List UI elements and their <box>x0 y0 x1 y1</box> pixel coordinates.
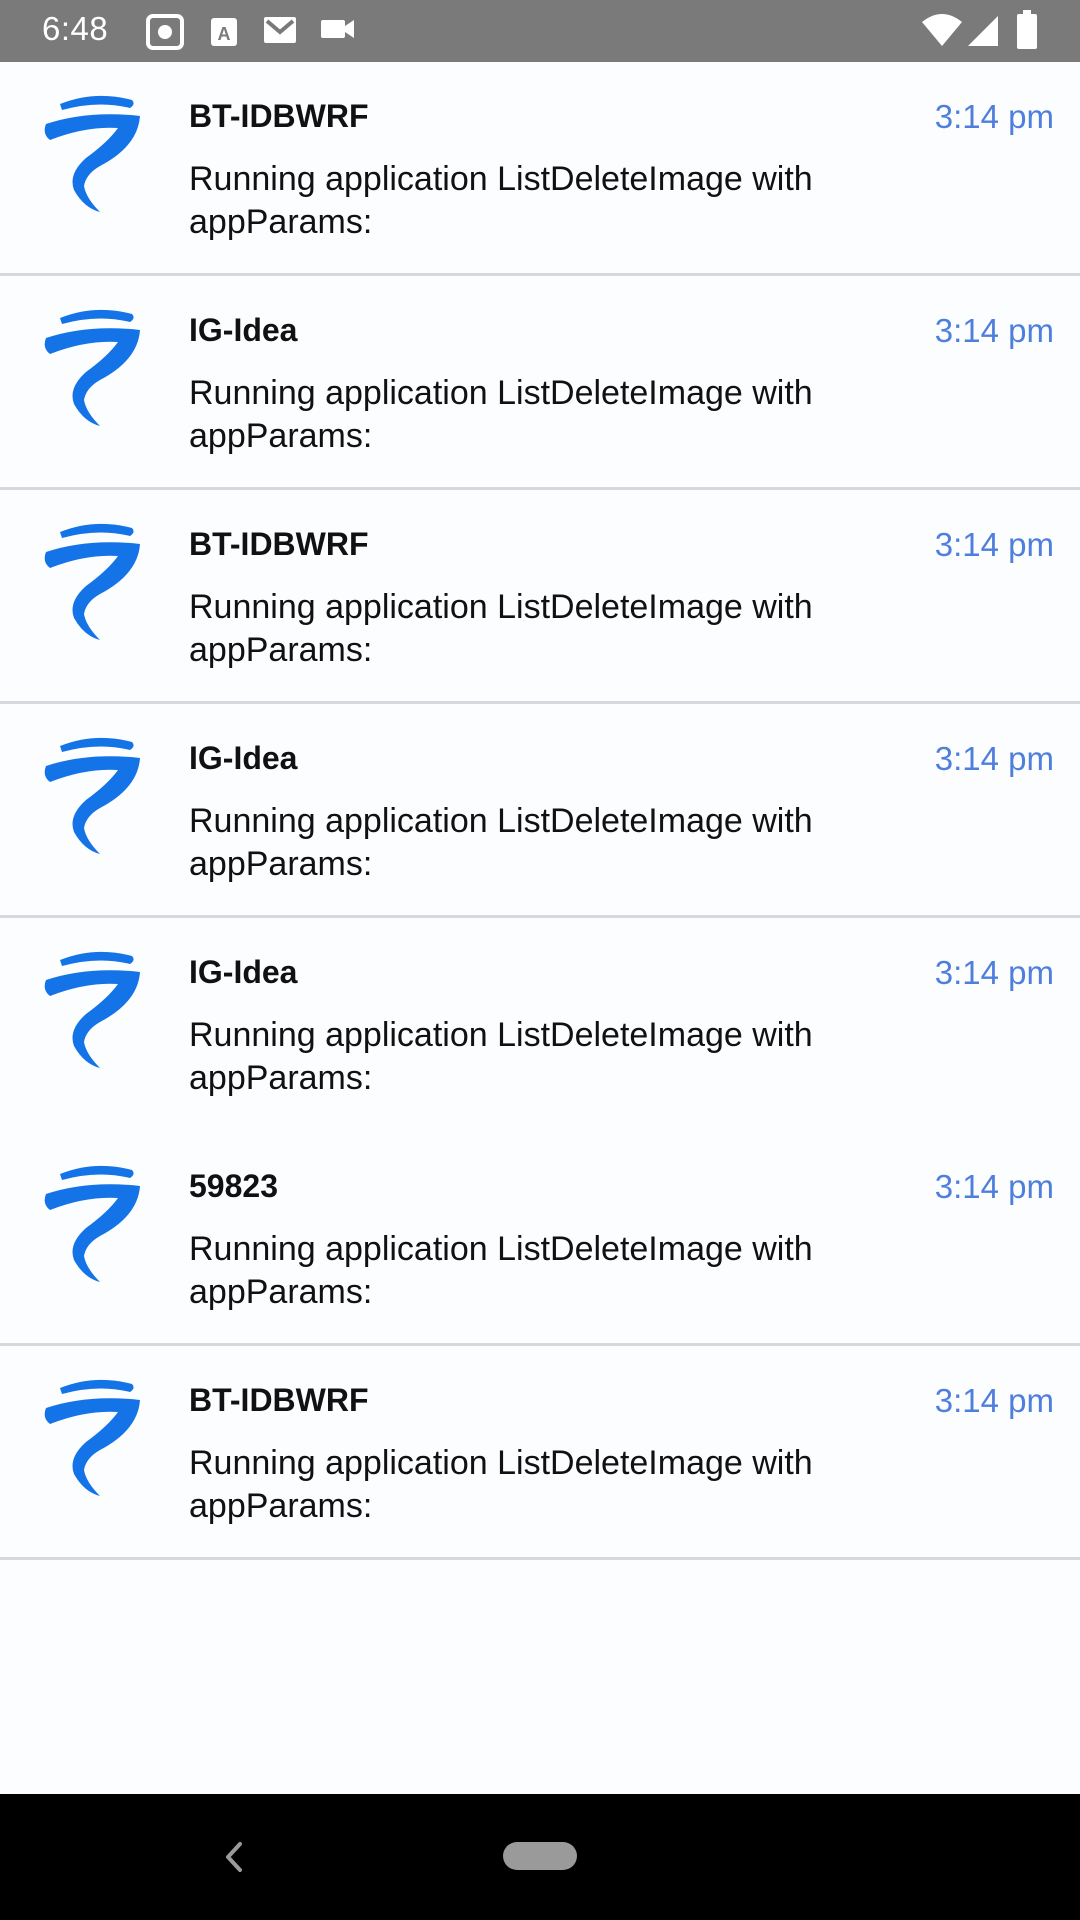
home-pill-icon[interactable] <box>503 1842 577 1870</box>
tornado-icon <box>44 95 140 212</box>
notification-title: IG-Idea <box>189 954 298 990</box>
notification-title: IG-Idea <box>189 312 298 348</box>
notification-message: Running application ListDeleteImage with… <box>189 588 813 669</box>
notification-title: IG-Idea <box>189 740 298 776</box>
notification-time: 3:14 pm <box>934 740 1054 777</box>
video-icon <box>321 20 354 38</box>
notification-time: 3:14 pm <box>934 954 1054 991</box>
notification-item[interactable]: 59823 Running application ListDeleteImag… <box>0 1132 1080 1346</box>
notification-message: Running application ListDeleteImage with… <box>189 160 813 241</box>
notification-message: Running application ListDeleteImage with… <box>189 1444 813 1525</box>
battery-icon <box>1017 10 1037 49</box>
notification-message: Running application ListDeleteImage with… <box>189 374 813 455</box>
notification-title: 59823 <box>189 1168 278 1204</box>
tornado-icon <box>44 309 140 426</box>
notification-item[interactable]: IG-Idea Running application ListDeleteIm… <box>0 918 1080 1132</box>
tornado-icon <box>44 523 140 640</box>
screenshot-icon <box>146 14 184 50</box>
notification-item[interactable]: IG-Idea Running application ListDeleteIm… <box>0 704 1080 918</box>
notification-title: BT-IDBWRF <box>189 1382 369 1418</box>
notification-title: BT-IDBWRF <box>189 98 369 134</box>
signal-icon <box>968 16 998 46</box>
tornado-icon <box>44 1379 140 1496</box>
svg-text:A: A <box>218 24 231 44</box>
notification-item[interactable]: BT-IDBWRF Running application ListDelete… <box>0 62 1080 276</box>
navigation-bar <box>0 1794 1080 1920</box>
notification-item[interactable]: BT-IDBWRF Running application ListDelete… <box>0 490 1080 704</box>
status-time: 6:48 <box>42 10 109 47</box>
notification-item[interactable]: BT-IDBWRF Running application ListDelete… <box>0 1346 1080 1560</box>
notification-message: Running application ListDeleteImage with… <box>189 802 813 883</box>
notification-time: 3:14 pm <box>934 1382 1054 1419</box>
gmail-icon <box>264 17 296 43</box>
tornado-icon <box>44 737 140 854</box>
notification-message: Running application ListDeleteImage with… <box>189 1230 813 1311</box>
accessibility-a-icon: A <box>211 18 237 46</box>
notification-message: Running application ListDeleteImage with… <box>189 1016 813 1097</box>
notification-time: 3:14 pm <box>934 312 1054 349</box>
status-bar: 6:48 A <box>0 0 1080 62</box>
notification-item[interactable]: IG-Idea Running application ListDeleteIm… <box>0 276 1080 490</box>
notification-title: BT-IDBWRF <box>189 526 369 562</box>
notification-list[interactable]: BT-IDBWRF Running application ListDelete… <box>0 62 1080 1560</box>
notification-time: 3:14 pm <box>934 1168 1054 1205</box>
back-icon[interactable] <box>218 1832 248 1882</box>
notification-time: 3:14 pm <box>934 526 1054 563</box>
tornado-icon <box>44 951 140 1068</box>
notification-time: 3:14 pm <box>934 98 1054 135</box>
tornado-icon <box>44 1165 140 1282</box>
wifi-icon <box>922 14 962 46</box>
